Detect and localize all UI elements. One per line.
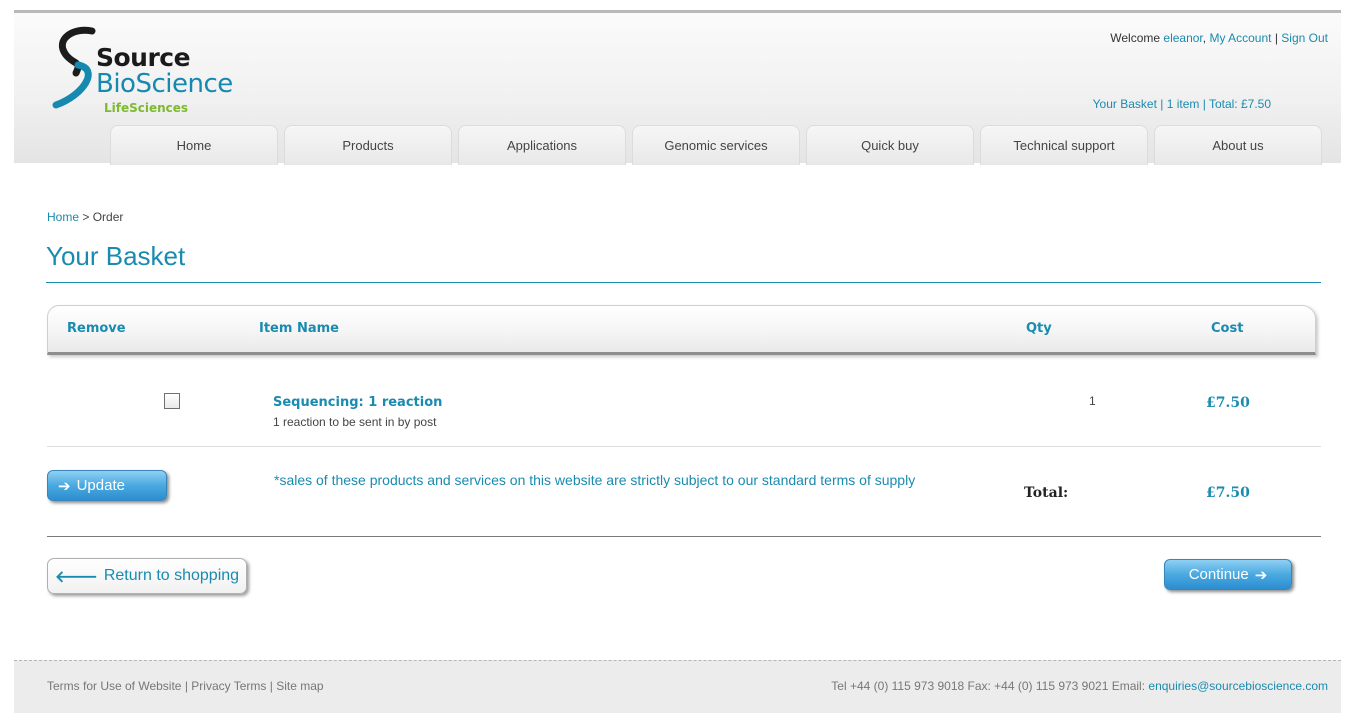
basket-table-header: Remove Item Name Qty Cost (47, 305, 1316, 355)
nav-tab-quick-buy[interactable]: Quick buy (806, 125, 974, 165)
email-link[interactable]: enquiries@sourcebioscience.com (1148, 679, 1328, 693)
privacy-terms-link[interactable]: Privacy Terms (191, 679, 266, 693)
item-qty: 1 (1089, 394, 1096, 408)
row-divider (47, 446, 1321, 447)
terms-of-supply-link[interactable]: *sales of these products and services on… (274, 471, 994, 489)
site-footer: Terms for Use of Website | Privacy Terms… (14, 660, 1341, 713)
terms-of-use-link[interactable]: Terms for Use of Website (47, 679, 181, 693)
update-button-label: Update (76, 477, 125, 494)
breadcrumb-separator: > (82, 210, 93, 224)
separator: | (1274, 31, 1278, 45)
account-links: Welcome eleanor, My Account | Sign Out (1110, 31, 1328, 45)
return-button-label: Return to shopping (103, 567, 240, 584)
separator: , (1202, 31, 1207, 45)
breadcrumb: Home > Order (47, 210, 123, 224)
column-header-item-name: Item Name (259, 321, 339, 336)
site-header: Source BioScience LifeSciences Welcome e… (14, 13, 1341, 165)
remove-item-checkbox[interactable] (164, 393, 180, 409)
nav-tab-products[interactable]: Products (284, 125, 452, 165)
column-header-remove: Remove (67, 321, 126, 336)
continue-button[interactable]: Continue ➔ (1164, 559, 1292, 590)
item-cost: £7.50 (1206, 395, 1250, 411)
nav-tab-technical-support[interactable]: Technical support (980, 125, 1148, 165)
continue-button-label: Continue (1188, 566, 1249, 583)
page-title: Your Basket (46, 241, 186, 271)
welcome-text: Welcome (1110, 31, 1161, 45)
main-nav: Home Products Applications Genomic servi… (110, 125, 1328, 165)
nav-tab-about-us[interactable]: About us (1154, 125, 1322, 165)
breadcrumb-home-link[interactable]: Home (47, 210, 79, 224)
item-description: 1 reaction to be sent in by post (273, 415, 437, 429)
nav-tab-home[interactable]: Home (110, 125, 278, 165)
browser-top-edge (0, 0, 1357, 10)
breadcrumb-current: Order (92, 210, 124, 224)
total-divider (47, 536, 1321, 537)
return-to-shopping-button[interactable]: 🡐 Return to shopping (47, 558, 247, 594)
arrow-right-icon: ➔ (1254, 566, 1268, 584)
column-header-cost: Cost (1211, 321, 1244, 336)
total-label: Total: (1024, 485, 1069, 501)
username-link[interactable]: eleanor (1163, 31, 1202, 45)
page-frame: Source BioScience LifeSciences Welcome e… (14, 10, 1341, 713)
logo-text-source: Source (96, 43, 191, 72)
logo-text-bioscience: BioScience (96, 69, 233, 99)
site-logo[interactable]: Source BioScience LifeSciences (48, 25, 268, 120)
update-button[interactable]: ➔ Update (47, 470, 167, 501)
site-map-link[interactable]: Site map (276, 679, 323, 693)
arrow-left-icon: 🡐 (54, 568, 98, 586)
footer-contact: Tel +44 (0) 115 973 9018 Fax: +44 (0) 11… (831, 679, 1328, 693)
my-account-link[interactable]: My Account (1209, 31, 1271, 45)
title-divider (46, 282, 1321, 283)
arrow-right-icon: ➔ (58, 477, 71, 495)
basket-summary-link[interactable]: Your Basket | 1 item | Total: £7.50 (1093, 97, 1271, 111)
total-value: £7.50 (1206, 485, 1250, 501)
logo-text-lifesciences: LifeSciences (104, 101, 189, 115)
column-header-qty: Qty (1026, 321, 1052, 336)
item-name-link[interactable]: Sequencing: 1 reaction (273, 395, 442, 410)
nav-tab-genomic-services[interactable]: Genomic services (632, 125, 800, 165)
sign-out-link[interactable]: Sign Out (1281, 31, 1328, 45)
contact-text: Tel +44 (0) 115 973 9018 Fax: +44 (0) 11… (831, 679, 1146, 693)
footer-links: Terms for Use of Website | Privacy Terms… (47, 679, 324, 693)
nav-tab-applications[interactable]: Applications (458, 125, 626, 165)
